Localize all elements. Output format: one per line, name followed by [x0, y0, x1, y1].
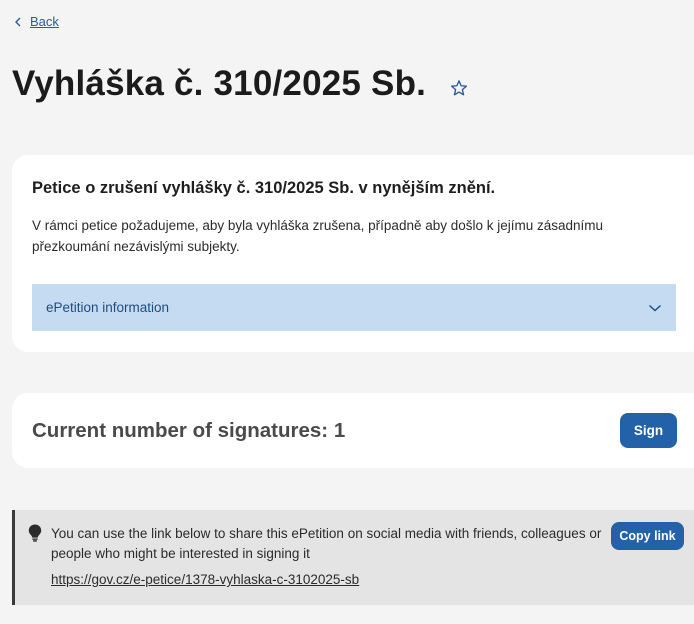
petition-description: V rámci petice požadujeme, aby byla vyhl…: [32, 218, 604, 254]
chevron-down-icon: [649, 304, 661, 311]
copy-link-button[interactable]: Copy link: [611, 522, 684, 550]
chevron-left-icon: [15, 17, 21, 26]
page-title: Vyhláška č. 310/2025 Sb.: [12, 64, 427, 103]
share-text: You can use the link below to share this…: [51, 526, 602, 561]
share-notice: You can use the link below to share this…: [12, 510, 694, 605]
signature-count: Current number of signatures: 1: [32, 419, 346, 442]
back-link-label: Back: [30, 14, 59, 29]
epetition-info-accordion[interactable]: ePetition information: [32, 284, 676, 331]
signatures-card: Current number of signatures: 1 Sign: [12, 393, 694, 468]
back-link[interactable]: Back: [14, 14, 59, 29]
sign-button[interactable]: Sign: [620, 413, 677, 448]
title-row: Vyhláška č. 310/2025 Sb.: [12, 64, 468, 104]
share-link[interactable]: https://gov.cz/e-petice/1378-vyhlaska-c-…: [51, 572, 359, 587]
star-outline-icon[interactable]: [450, 79, 468, 97]
petition-card: Petice o zrušení vyhlášky č. 310/2025 Sb…: [12, 155, 694, 352]
petition-heading: Petice o zrušení vyhlášky č. 310/2025 Sb…: [32, 179, 496, 197]
accordion-label: ePetition information: [46, 300, 170, 315]
lightbulb-icon: [28, 524, 42, 542]
